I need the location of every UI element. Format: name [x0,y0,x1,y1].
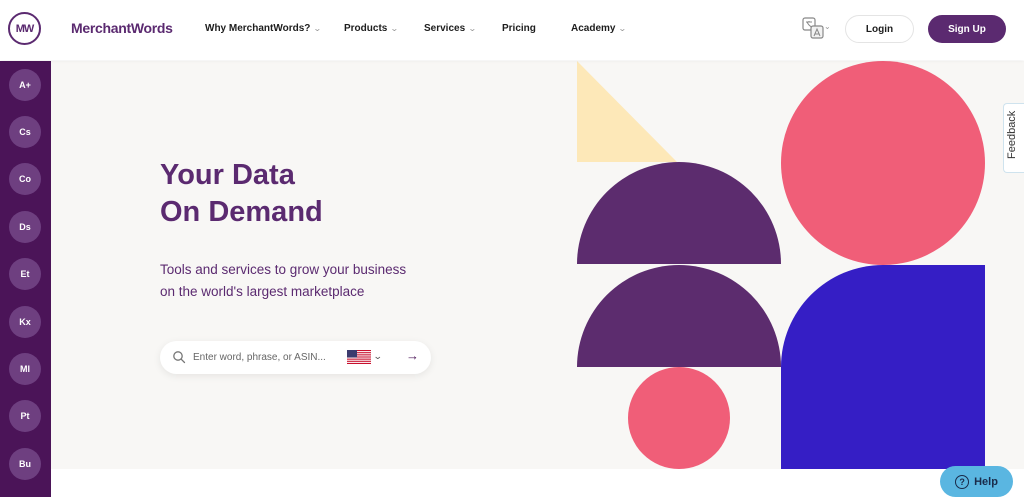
chevron-down-icon[interactable]: ⌄ [824,22,831,31]
help-label: Help [974,475,998,488]
pink-large-circle [781,61,985,265]
nav-item-label: Academy [571,23,616,34]
purple-half-circle-bottom [577,265,781,367]
sidebar-item-pt[interactable]: Pt [9,400,41,432]
us-flag-icon[interactable] [347,350,371,364]
nav-academy[interactable]: Academy ⌄ [571,23,628,34]
chevron-down-icon: ⌄ [468,24,477,33]
sidebar-item-a-plus[interactable]: A+ [9,69,41,101]
nav-why-merchantwords[interactable]: Why MerchantWords? ⌄ [205,23,323,34]
blue-arch-shape [781,265,985,469]
nav-pricing[interactable]: Pricing [502,23,536,34]
search-icon [173,351,186,364]
sidebar-item-ml[interactable]: Ml [9,353,41,385]
nav-services[interactable]: Services ⌄ [424,23,477,34]
sidebar-item-co[interactable]: Co [9,163,41,195]
signup-button[interactable]: Sign Up [928,15,1006,43]
sidebar-item-et[interactable]: Et [9,258,41,290]
search-bar: ⌄ → [160,341,431,374]
logo-mark-icon[interactable]: MW [8,12,41,45]
sidebar-item-kx[interactable]: Kx [9,306,41,338]
question-icon: ? [955,474,970,489]
nav-item-label: Products [344,23,388,34]
tool-sidebar: A+ Cs Co Ds Et Kx Ml Pt Bu [0,61,51,497]
hero-title: Your Data On Demand [160,157,420,231]
hero-subtitle-line: Tools and services to grow your business [160,262,407,277]
hero-title-line: Your Data [160,159,295,191]
feedback-label: Feedback [1006,110,1018,159]
hero-subtitle-line: on the world's largest marketplace [160,284,365,299]
nav-item-label: Pricing [502,23,536,34]
chevron-down-icon: ⌄ [313,24,323,33]
search-input[interactable] [193,349,343,365]
login-button[interactable]: Login [845,15,914,43]
sidebar-item-cs[interactable]: Cs [9,116,41,148]
hero-title-line: On Demand [160,196,323,228]
translate-icon[interactable] [802,17,824,39]
help-button[interactable]: ? Help [940,466,1013,497]
chevron-down-icon[interactable]: ⌄ [373,351,383,362]
top-navigation: MW MerchantWords Why MerchantWords? ⌄ Pr… [0,0,1024,60]
chevron-down-icon: ⌄ [390,24,400,33]
hero-section: Your Data On Demand Tools and services t… [51,61,1024,469]
purple-half-circle-top [577,162,781,264]
nav-item-label: Why MerchantWords? [205,23,311,34]
nav-products[interactable]: Products ⌄ [344,23,400,34]
sidebar-item-ds[interactable]: Ds [9,211,41,243]
chevron-down-icon: ⌄ [618,24,628,33]
arrow-right-icon[interactable]: → [406,348,419,363]
cream-triangle-shape [577,61,677,162]
nav-item-label: Services [424,23,466,34]
hero-subtitle: Tools and services to grow your business… [160,259,430,303]
feedback-tab[interactable]: Feedback [1003,103,1024,173]
pink-small-circle [628,367,730,469]
decorative-shapes [577,61,985,469]
sidebar-item-bu[interactable]: Bu [9,448,41,480]
brand-name[interactable]: MerchantWords [71,20,173,36]
